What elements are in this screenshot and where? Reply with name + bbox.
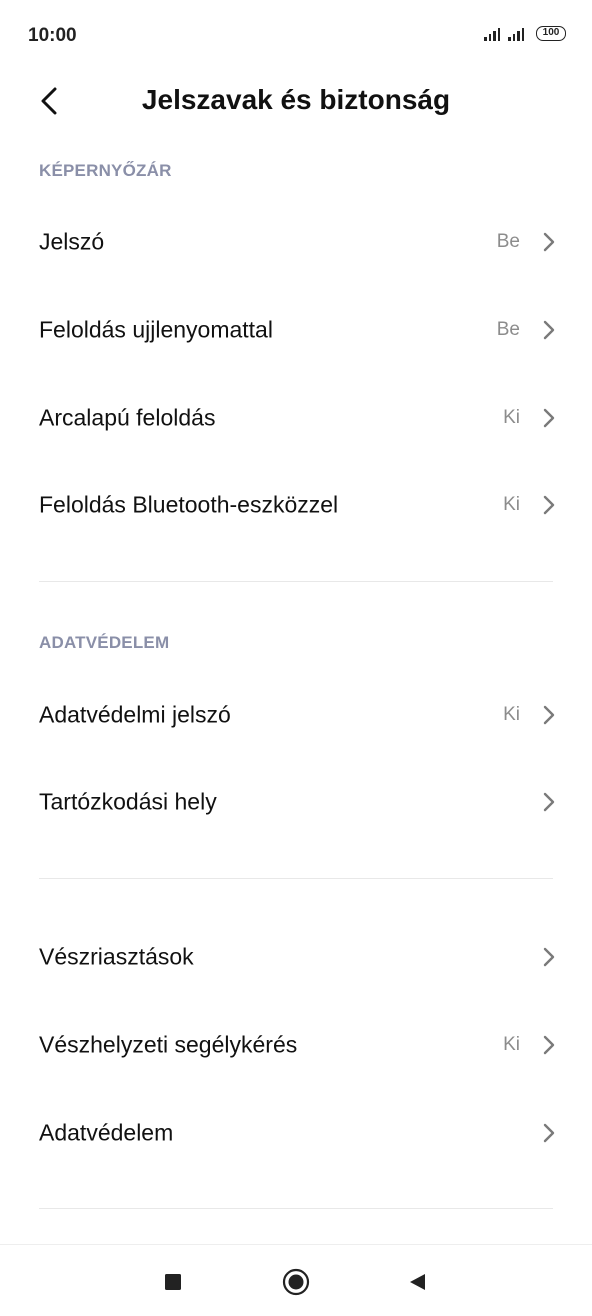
chevron-right-icon xyxy=(543,792,555,812)
chevron-right-icon xyxy=(543,320,555,340)
back-triangle-icon xyxy=(410,1274,425,1290)
row-label: Adatvédelem xyxy=(39,1119,174,1146)
screen: 10:00 100 Jelszavak és biztonság KÉPERNY… xyxy=(0,0,592,1316)
row-value: Be xyxy=(496,231,520,252)
chevron-right-icon xyxy=(543,1035,555,1055)
status-bar: 10:00 100 xyxy=(0,0,592,70)
chevron-right-icon xyxy=(543,947,555,967)
recents-button[interactable] xyxy=(158,1267,188,1297)
section-header-privacy: ADATVÉDELEM xyxy=(39,633,170,652)
home-button[interactable] xyxy=(281,1267,311,1297)
row-label: Feloldás ujjlenyomattal xyxy=(39,316,273,343)
row-label: Arcalapú feloldás xyxy=(39,404,216,431)
signal-icon xyxy=(508,27,524,41)
row-emergency-sos[interactable]: Vészhelyzeti segélykérés Ki xyxy=(0,1001,592,1089)
row-location[interactable]: Tartózkodási hely xyxy=(0,758,592,846)
row-bluetooth-unlock[interactable]: Feloldás Bluetooth-eszközzel Ki xyxy=(0,461,592,549)
row-label: Feloldás Bluetooth-eszközzel xyxy=(39,491,339,518)
navigation-bar xyxy=(0,1244,592,1316)
divider xyxy=(39,1208,553,1209)
status-time: 10:00 xyxy=(28,25,77,46)
row-fingerprint-unlock[interactable]: Feloldás ujjlenyomattal Be xyxy=(0,286,592,374)
chevron-right-icon xyxy=(543,408,555,428)
chevron-right-icon xyxy=(543,705,555,725)
row-label: Adatvédelmi jelszó xyxy=(39,701,231,728)
row-privacy-password[interactable]: Adatvédelmi jelszó Ki xyxy=(0,671,592,759)
row-value: Ki xyxy=(503,1034,520,1055)
signal-icon xyxy=(484,27,500,41)
recents-square-icon xyxy=(165,1274,181,1290)
row-label: Tartózkodási hely xyxy=(39,788,217,815)
row-value: Ki xyxy=(503,704,520,725)
chevron-right-icon xyxy=(543,1123,555,1143)
divider xyxy=(39,581,553,582)
row-label: Jelszó xyxy=(39,228,105,255)
row-emergency-alerts[interactable]: Vészriasztások xyxy=(0,913,592,1001)
row-label: Vészriasztások xyxy=(39,943,194,970)
row-password[interactable]: Jelszó Be xyxy=(0,198,592,286)
back-nav-button[interactable] xyxy=(402,1267,432,1297)
row-value: Ki xyxy=(503,407,520,428)
row-label: Vészhelyzeti segélykérés xyxy=(39,1031,298,1058)
row-privacy[interactable]: Adatvédelem xyxy=(0,1089,592,1177)
row-value: Be xyxy=(496,319,520,340)
divider xyxy=(39,878,553,879)
row-face-unlock[interactable]: Arcalapú feloldás Ki xyxy=(0,374,592,462)
row-value: Ki xyxy=(503,494,520,515)
page-title: Jelszavak és biztonság xyxy=(141,84,451,115)
chevron-right-icon xyxy=(543,495,555,515)
home-circle-icon xyxy=(282,1268,310,1296)
status-icons: 100 xyxy=(484,26,566,41)
battery-icon: 100 xyxy=(536,26,566,41)
chevron-right-icon xyxy=(543,232,555,252)
header: Jelszavak és biztonság xyxy=(0,70,592,132)
section-header-lock-screen: KÉPERNYŐZÁR xyxy=(39,161,172,180)
